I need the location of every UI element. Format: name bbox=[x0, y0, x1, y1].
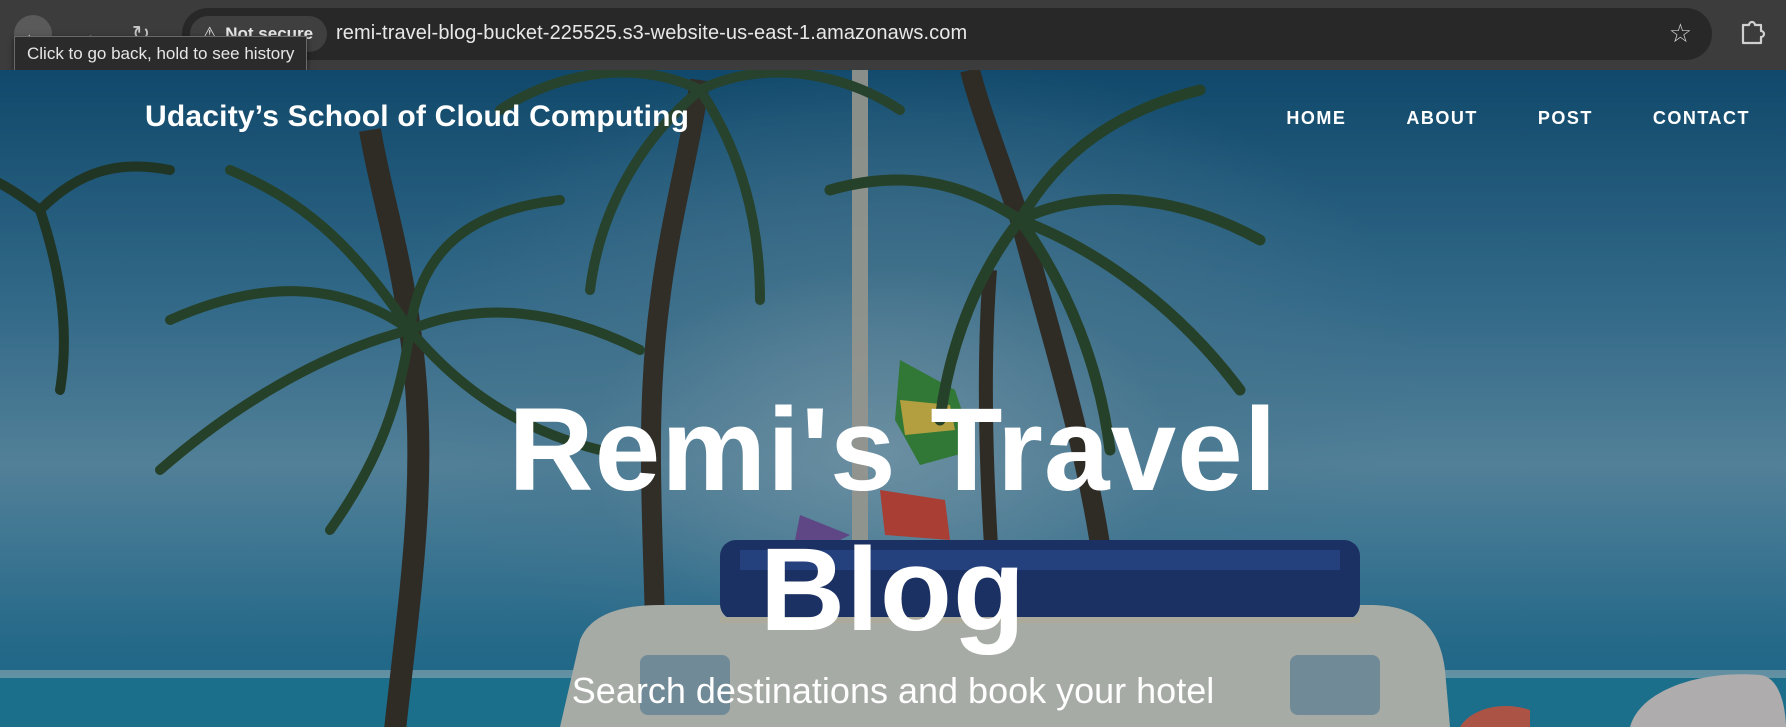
nav-link-post[interactable]: POST bbox=[1538, 108, 1593, 129]
puzzle-piece-icon[interactable] bbox=[1738, 16, 1768, 46]
hero-title: Remi's Travel Blog bbox=[0, 380, 1786, 660]
hero-section: Udacity’s School of Cloud Computing HOME… bbox=[0, 70, 1786, 727]
site-brand[interactable]: Udacity’s School of Cloud Computing bbox=[145, 100, 689, 134]
back-button-tooltip: Click to go back, hold to see history bbox=[14, 36, 308, 72]
hero-title-line-1: Remi's Travel bbox=[508, 384, 1278, 516]
nav-link-about[interactable]: ABOUT bbox=[1406, 108, 1478, 129]
url-text[interactable]: remi-travel-blog-bucket-225525.s3-websit… bbox=[336, 22, 967, 45]
nav-link-home[interactable]: HOME bbox=[1286, 108, 1346, 129]
hero-subtitle: Search destinations and book your hotel bbox=[571, 670, 1215, 711]
browser-window: ← → ↻ ⚠ Not secure remi-travel-blog-buck… bbox=[0, 0, 1786, 727]
browser-toolbar: ← → ↻ ⚠ Not secure remi-travel-blog-buck… bbox=[0, 0, 1786, 72]
star-icon[interactable]: ☆ bbox=[1669, 18, 1692, 49]
site-nav: HOME ABOUT POST CONTACT bbox=[1286, 108, 1750, 129]
nav-link-contact[interactable]: CONTACT bbox=[1653, 108, 1750, 129]
address-bar[interactable]: ⚠ Not secure remi-travel-blog-bucket-225… bbox=[182, 8, 1712, 60]
hero-title-line-2: Blog bbox=[759, 524, 1027, 656]
